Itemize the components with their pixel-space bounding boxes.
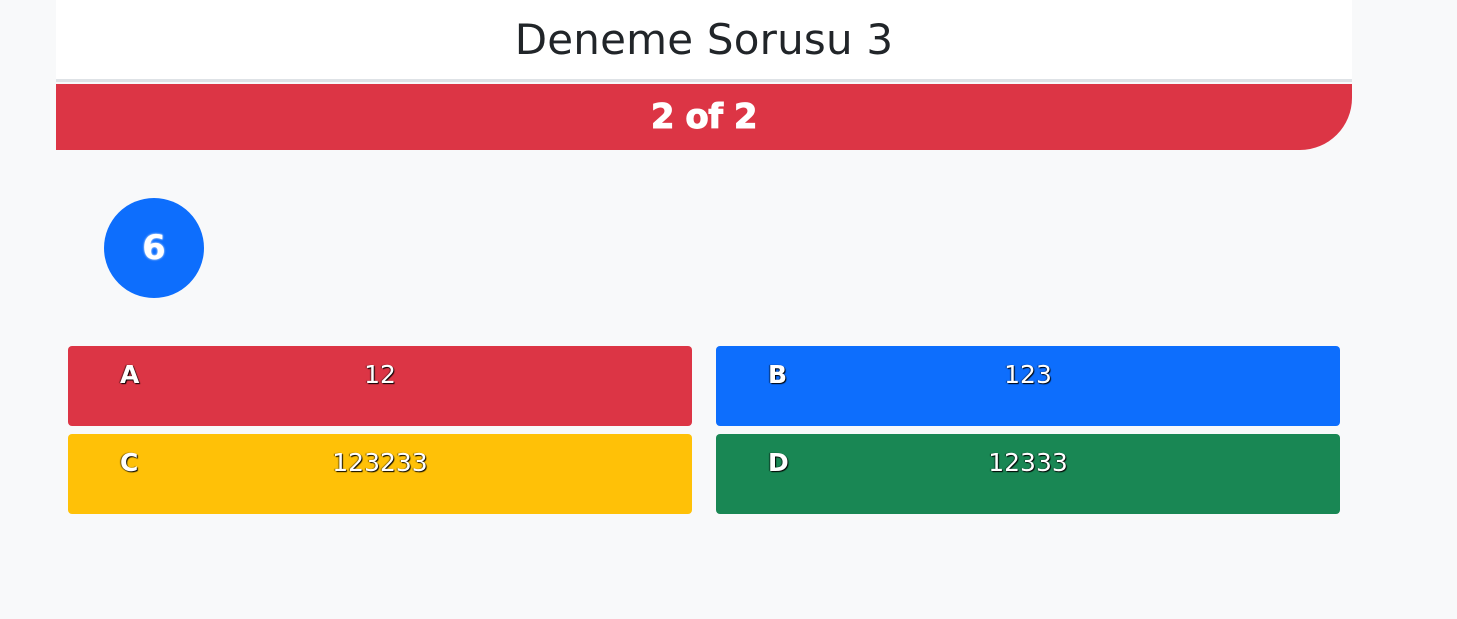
progress-counter: 2 of 2 [650, 97, 758, 138]
answer-value-d: 12333 [988, 448, 1068, 477]
answer-value-c: 123233 [332, 448, 428, 477]
answer-value-b: 123 [1004, 360, 1052, 389]
question-header: Deneme Sorusu 3 [56, 0, 1352, 82]
timer-value: 6 [142, 228, 166, 268]
answer-value-a: 12 [364, 360, 396, 389]
question-title: Deneme Sorusu 3 [514, 14, 894, 64]
progress-banner: 2 of 2 [56, 84, 1352, 150]
answer-button-d[interactable]: D 12333 [716, 434, 1340, 514]
countdown-timer: 6 [104, 198, 204, 298]
answer-button-b[interactable]: B 123 [716, 346, 1340, 426]
answer-button-c[interactable]: C 123233 [68, 434, 692, 514]
answer-button-a[interactable]: A 12 [68, 346, 692, 426]
